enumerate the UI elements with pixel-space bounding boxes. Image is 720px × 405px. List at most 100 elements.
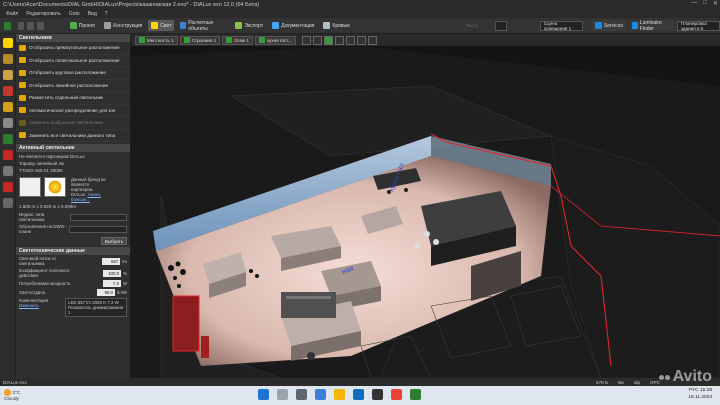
store-icon[interactable] <box>372 389 383 400</box>
view-zoom-icon[interactable] <box>356 35 366 45</box>
clock-date: 18.11.2023 <box>688 394 712 400</box>
panel-item-replace-all[interactable]: Заменить все светильники данного типа <box>16 130 130 142</box>
luminaire-tool-icon[interactable] <box>2 38 13 48</box>
tab-building[interactable]: Строение 1 <box>179 35 221 45</box>
select-button[interactable]: Выбрать <box>101 237 127 245</box>
change-config-link[interactable]: Изменить <box>19 303 39 308</box>
left-tool-strip <box>0 34 16 378</box>
redo-icon[interactable] <box>37 21 44 30</box>
luminaire-finder-icon <box>632 22 638 29</box>
search-icon[interactable] <box>277 389 288 400</box>
weather-widget[interactable]: 3°C Cloudy <box>4 389 20 403</box>
luminaire-images <box>16 175 69 202</box>
polygon-arrangement-icon <box>19 57 26 64</box>
view-fit-icon[interactable] <box>367 35 377 45</box>
ribbon-project-button[interactable]: Проект <box>67 20 98 31</box>
config-dimmable: Показатель диммирования 1 <box>68 305 124 315</box>
panel-item-rect[interactable]: Отобразить прямоугольное расположение <box>16 42 130 55</box>
undo-icon[interactable] <box>27 21 35 30</box>
3d-viewport[interactable]: кухня гост ная <box>131 46 720 378</box>
dialux-logo-icon <box>4 21 11 30</box>
index-input[interactable] <box>69 213 127 221</box>
grid-tool-icon[interactable] <box>2 166 13 176</box>
luminaire-product: Торшер линейный лю <box>19 161 65 166</box>
luminaire-photo <box>19 177 41 197</box>
plan-select[interactable]: Планировка здания и в <box>676 20 720 31</box>
ribbon-export-button[interactable]: Экспорт <box>232 20 266 31</box>
viewport-breadcrumb-bar: Местность 1 Строение 1 Этаж 1 кухня гост… <box>131 34 720 46</box>
services-icon <box>594 22 602 29</box>
active-luminaire-header: Активный светильник <box>16 144 130 152</box>
red-tool-icon[interactable] <box>2 150 13 160</box>
project-icon <box>69 22 77 29</box>
rect-arrangement-icon <box>19 44 26 51</box>
luminaire-finder-button[interactable]: Luminaire Finder <box>629 20 674 32</box>
menu-bar: Файл Редактировать Goto Вид ? <box>0 10 720 18</box>
view-move-icon[interactable] <box>345 35 355 45</box>
calc-objects-icon <box>180 22 187 29</box>
clock-time: 15:28 <box>699 388 712 393</box>
close-button[interactable]: ✕ <box>713 0 718 7</box>
config-row: Комплектация Изменить LED 657 lm 3000 K 7… <box>16 297 130 318</box>
raster-select[interactable] <box>495 20 507 31</box>
auto-distribution-icon <box>19 107 26 114</box>
luminaire-ldc-image <box>44 177 66 197</box>
control-tool-icon[interactable] <box>2 70 13 80</box>
view-plan-icon[interactable] <box>312 35 322 45</box>
tab-terrain[interactable]: Местность 1 <box>135 35 178 45</box>
view-active-icon[interactable] <box>323 35 333 45</box>
terrain-icon <box>139 37 145 43</box>
dwg-input[interactable] <box>69 225 127 233</box>
edge-icon[interactable] <box>353 389 364 400</box>
replace-all-icon <box>19 132 26 139</box>
menu-edit[interactable]: Редактировать <box>26 11 61 17</box>
panel-item-circle[interactable]: Отобразить круговое расположение <box>16 67 130 80</box>
start-icon[interactable] <box>258 389 269 400</box>
ribbon-documentation-button[interactable]: Документация <box>269 20 317 31</box>
ribbon-calc-objects-button[interactable]: Расчетные объекты <box>177 20 229 32</box>
scene-tool-icon[interactable] <box>2 102 13 112</box>
services-button[interactable]: Services <box>591 20 626 31</box>
panel-item-line[interactable]: Отобразить линейное расположение <box>16 80 130 92</box>
tab-floor[interactable]: Этаж 1 <box>222 35 253 45</box>
avito-watermark: Avito <box>658 368 712 386</box>
maximize-button[interactable]: □ <box>703 0 707 7</box>
emergency-tool-icon[interactable] <box>2 54 13 64</box>
ribbon-toolbar: Проект Конструкция Свет Расчетные объект… <box>0 18 720 34</box>
widgets-icon[interactable] <box>315 389 326 400</box>
browser-icon[interactable] <box>391 389 402 400</box>
tab-room[interactable]: кухня гост... <box>254 35 296 45</box>
minimize-button[interactable]: — <box>691 0 697 7</box>
panel-item-single[interactable]: Разместить отдельный светильник <box>16 92 130 105</box>
scene-select[interactable]: Сцена освещения 1 <box>539 20 583 31</box>
documentation-icon <box>272 22 280 29</box>
field-efficiency: Коэффициент полезного действия 100.0% <box>19 268 127 278</box>
photometric-header: Светотехнические данные <box>16 247 130 255</box>
menu-help[interactable]: ? <box>105 11 108 17</box>
active-luminaire-section: Активный светильник Не является партнеро… <box>16 144 130 245</box>
dialux-taskbar-icon[interactable] <box>410 389 421 400</box>
menu-view[interactable]: Вид <box>88 11 97 17</box>
list-tool-icon[interactable] <box>2 198 13 208</box>
save-icon[interactable] <box>17 21 25 30</box>
language-indicator[interactable]: РУС <box>689 388 699 393</box>
view-camera-icon[interactable] <box>334 35 344 45</box>
file-explorer-icon[interactable] <box>334 389 345 400</box>
system-tray[interactable]: РУС 15:28 18.11.2023 <box>688 388 712 401</box>
task-view-icon[interactable] <box>296 389 307 400</box>
panel-item-auto[interactable]: Автоматическое распределение для зон <box>16 105 130 117</box>
green-tool-icon[interactable] <box>2 134 13 144</box>
luminaire-dimensions: 1.500 m x 0.020 m x 0.009m <box>19 204 77 209</box>
daylight-tool-icon[interactable] <box>2 86 13 96</box>
menu-goto[interactable]: Goto <box>69 11 80 17</box>
ribbon-construction-button[interactable]: Конструкция <box>101 20 145 31</box>
menu-file[interactable]: Файл <box>6 11 18 17</box>
view-3d-icon[interactable] <box>301 35 311 45</box>
panel-item-polygon[interactable]: Отобразить полигональное расположение <box>16 55 130 67</box>
window-tool-icon[interactable] <box>2 182 13 192</box>
status-bar: DIALux evo 578 lx Би dip OPC <box>0 378 720 386</box>
red-column <box>172 295 200 352</box>
ribbon-light-button[interactable]: Свет <box>148 20 175 31</box>
wrench-tool-icon[interactable] <box>2 118 13 128</box>
ribbon-curves-button[interactable]: Кривые <box>320 20 353 31</box>
